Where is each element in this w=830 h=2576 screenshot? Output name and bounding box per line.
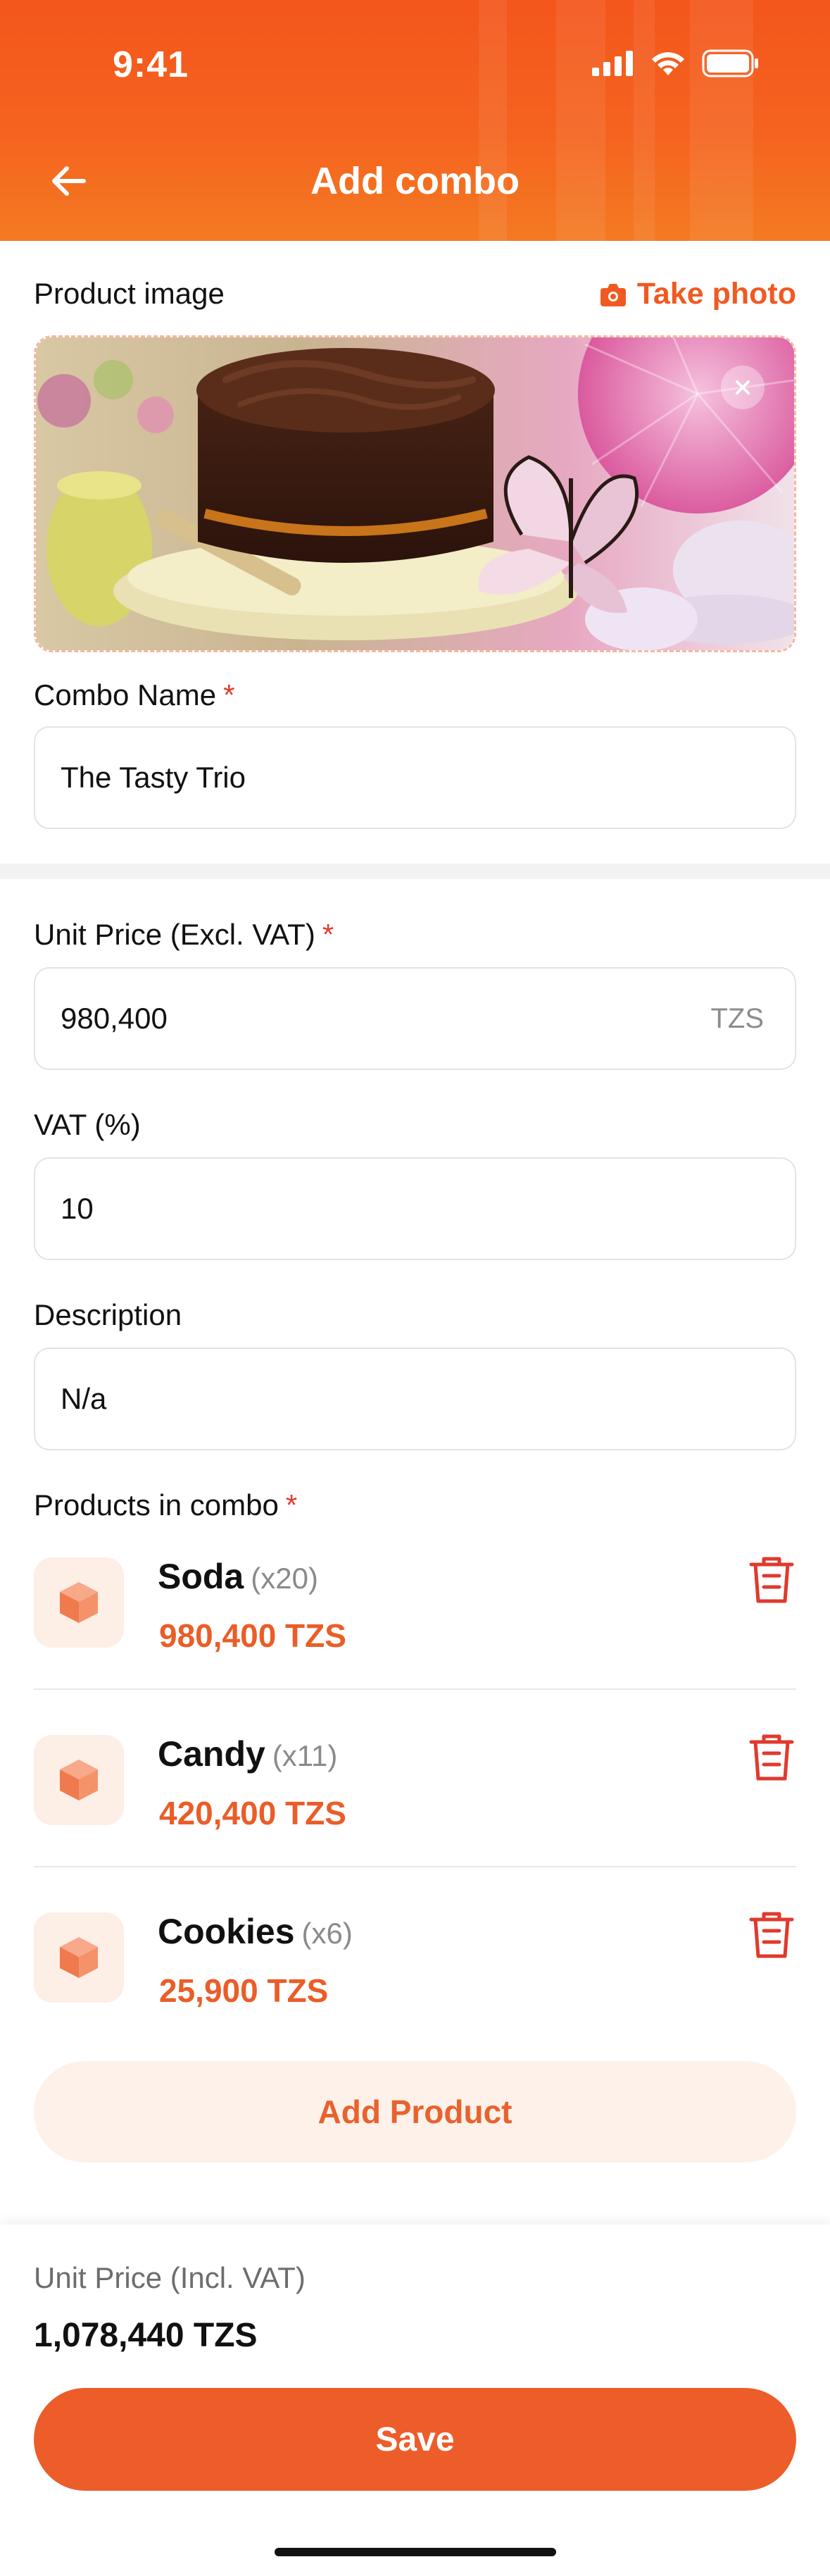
combo-name-input[interactable]: The Tasty Trio bbox=[34, 726, 796, 829]
take-photo-label: Take photo bbox=[636, 277, 796, 311]
home-indicator bbox=[275, 2548, 556, 2556]
add-product-button[interactable]: Add Product bbox=[34, 2061, 796, 2163]
required-mark: * bbox=[285, 1488, 298, 1522]
signal-icon bbox=[592, 51, 633, 76]
take-photo-button[interactable]: Take photo bbox=[599, 277, 796, 311]
vat-input[interactable]: 10 bbox=[34, 1157, 796, 1260]
camera-icon bbox=[600, 283, 626, 306]
remove-image-button[interactable] bbox=[721, 366, 765, 409]
unit-price-label: Unit Price (Excl. VAT) * bbox=[34, 918, 334, 952]
box-icon bbox=[34, 1735, 124, 1825]
products-label: Products in combo * bbox=[34, 1488, 297, 1522]
product-image-label: Product image bbox=[34, 277, 225, 310]
products-label-text: Products in combo bbox=[34, 1488, 279, 1522]
product-name: Candy (x11) bbox=[158, 1734, 338, 1774]
description-input[interactable]: N/a bbox=[34, 1348, 796, 1450]
unit-price-label-text: Unit Price (Excl. VAT) bbox=[34, 918, 315, 951]
description-label: Description bbox=[34, 1298, 182, 1331]
product-price: 980,400 TZS bbox=[159, 1617, 346, 1654]
trash-icon bbox=[749, 1912, 794, 1958]
status-time: 9:41 bbox=[113, 44, 189, 85]
delete-product-button[interactable] bbox=[747, 1908, 796, 1962]
total-value: 1,078,440 TZS bbox=[34, 2317, 258, 2354]
product-item-cookies: Cookies (x6) 25,900 TZS bbox=[34, 1880, 796, 2025]
cake-photo bbox=[36, 337, 794, 650]
product-price: 25,900 TZS bbox=[159, 1972, 329, 2009]
vat-label: VAT (%) bbox=[34, 1108, 141, 1141]
wifi-icon bbox=[652, 52, 684, 75]
list-separator bbox=[34, 1866, 796, 1867]
footer-summary: Unit Price (Incl. VAT) 1,078,440 TZS Sav… bbox=[0, 2225, 830, 2576]
required-mark: * bbox=[223, 678, 235, 711]
box-icon bbox=[34, 1557, 124, 1648]
box-icon bbox=[34, 1912, 124, 2003]
app-header: 9:41 Add combo bbox=[0, 0, 830, 241]
unit-price-input[interactable]: 980,400 TZS bbox=[34, 967, 796, 1070]
product-qty: (x6) bbox=[301, 1917, 353, 1950]
product-image bbox=[34, 335, 796, 652]
combo-name-label-text: Combo Name bbox=[34, 678, 217, 711]
list-separator bbox=[34, 1688, 796, 1690]
product-qty: (x11) bbox=[272, 1739, 338, 1772]
battery-icon bbox=[702, 49, 758, 77]
product-name: Soda (x20) bbox=[158, 1557, 318, 1596]
required-mark: * bbox=[322, 918, 334, 951]
page-title: Add combo bbox=[310, 160, 520, 202]
trash-icon bbox=[749, 1557, 794, 1603]
delete-product-button[interactable] bbox=[747, 1731, 796, 1784]
currency-suffix: TZS bbox=[710, 1003, 764, 1034]
product-price: 420,400 TZS bbox=[159, 1795, 346, 1831]
section-divider bbox=[0, 864, 830, 879]
product-qty: (x20) bbox=[251, 1562, 318, 1595]
trash-icon bbox=[749, 1734, 794, 1781]
product-item-soda: Soda (x20) 980,400 TZS bbox=[34, 1525, 796, 1670]
save-button[interactable]: Save bbox=[34, 2388, 796, 2491]
product-item-candy: Candy (x11) 420,400 TZS bbox=[34, 1703, 796, 1848]
description-value: N/a bbox=[61, 1382, 107, 1415]
total-label: Unit Price (Incl. VAT) bbox=[34, 2261, 306, 2294]
delete-product-button[interactable] bbox=[747, 1553, 796, 1607]
vat-value: 10 bbox=[61, 1192, 94, 1225]
unit-price-value: 980,400 bbox=[61, 1002, 168, 1035]
combo-name-label: Combo Name * bbox=[34, 678, 234, 712]
close-icon bbox=[736, 380, 750, 394]
combo-name-value: The Tasty Trio bbox=[61, 761, 246, 794]
status-icons bbox=[592, 49, 760, 77]
product-name: Cookies (x6) bbox=[158, 1912, 353, 1951]
